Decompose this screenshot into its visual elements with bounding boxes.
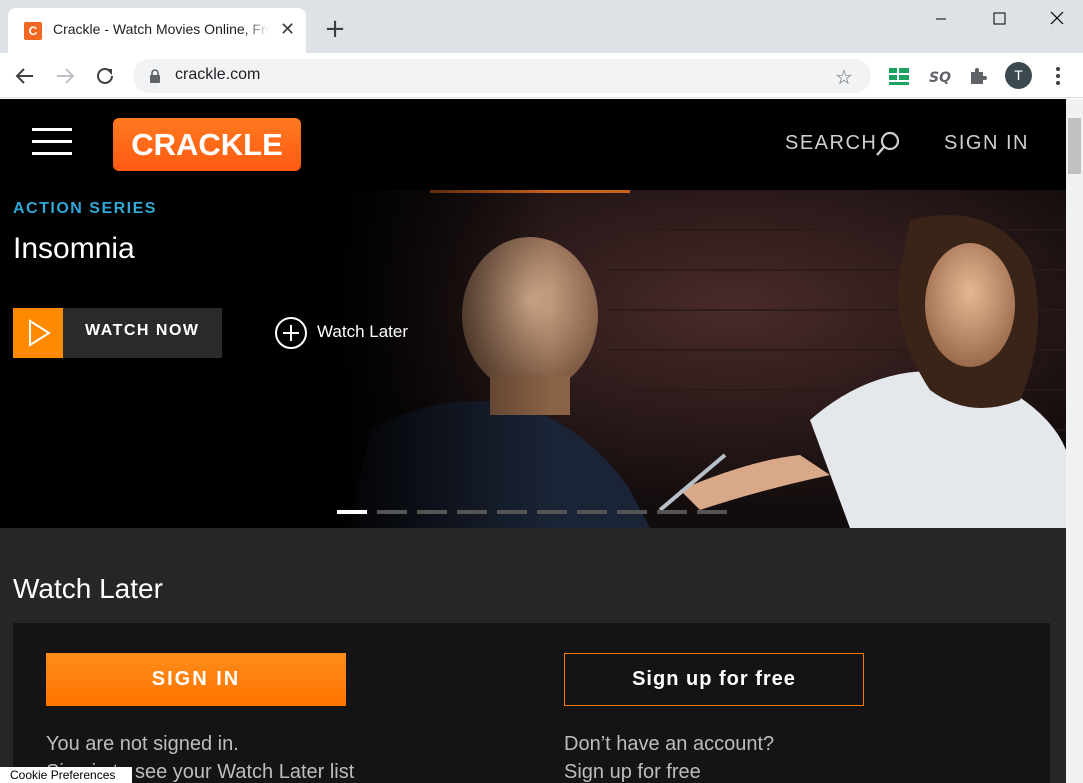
- not-signed-in-text: You are not signed in.: [46, 733, 239, 755]
- watch-later-label: Watch Later: [317, 322, 409, 341]
- page-scrollbar[interactable]: [1066, 99, 1083, 783]
- scrollbar-thumb[interactable]: [1068, 118, 1081, 174]
- header-signin-link[interactable]: SIGN IN: [944, 132, 1029, 155]
- carousel-dot[interactable]: [417, 510, 447, 514]
- signup-hint-text: Sign up for free: [564, 761, 701, 783]
- url-text[interactable]: crackle.com: [175, 66, 260, 84]
- minimize-icon[interactable]: [918, 6, 964, 32]
- genre-label: ACTION SERIES: [13, 200, 157, 217]
- browser-tab[interactable]: C Crackle - Watch Movies Online, Free ✕: [8, 8, 306, 53]
- search-icon[interactable]: [874, 130, 902, 158]
- address-bar[interactable]: crackle.com ☆: [133, 59, 871, 93]
- search-link[interactable]: SEARCH: [785, 132, 877, 158]
- hero-title: Insomnia: [13, 232, 135, 265]
- hero-image[interactable]: [330, 190, 1066, 528]
- carousel-dot[interactable]: [377, 510, 407, 514]
- carousel-dot[interactable]: [577, 510, 607, 514]
- maximize-icon[interactable]: [976, 6, 1022, 32]
- extension-sq-icon[interactable]: SQ: [927, 64, 951, 88]
- reload-icon[interactable]: [93, 64, 117, 88]
- carousel-dot[interactable]: [697, 510, 727, 514]
- play-icon: [13, 308, 63, 358]
- watch-now-label: WATCH NOW: [85, 322, 200, 339]
- tab-title: Crackle - Watch Movies Online, Free: [53, 21, 269, 37]
- carousel-dot[interactable]: [457, 510, 487, 514]
- carousel-dot[interactable]: [337, 510, 367, 514]
- forward-icon[interactable]: [53, 64, 77, 88]
- hamburger-menu-icon[interactable]: [32, 128, 72, 156]
- carousel-dot[interactable]: [537, 510, 567, 514]
- crackle-favicon-icon: C: [24, 22, 42, 40]
- back-icon[interactable]: [13, 64, 37, 88]
- hero-carousel: ACTION SERIES Insomnia WATCH NOW Watch L…: [0, 190, 1066, 528]
- page-viewport: CRACKLE SEARCH SIGN IN ACTION SERIES Ins…: [0, 99, 1066, 783]
- window-close-icon[interactable]: [1034, 6, 1080, 32]
- watch-now-button[interactable]: WATCH NOW: [13, 308, 222, 358]
- watch-later-heading: Watch Later: [13, 573, 163, 604]
- browser-toolbar: crackle.com ☆ SQ: [0, 53, 1083, 98]
- tab-strip: C Crackle - Watch Movies Online, Free ✕ …: [0, 0, 1083, 53]
- lock-icon[interactable]: [149, 69, 161, 83]
- carousel-dot[interactable]: [617, 510, 647, 514]
- cookie-preferences-link[interactable]: Cookie Preferences: [0, 767, 132, 783]
- signup-button[interactable]: Sign up for free: [564, 653, 864, 706]
- signin-button[interactable]: SIGN IN: [46, 653, 346, 706]
- add-circle-icon: [275, 317, 307, 349]
- no-account-text: Don’t have an account?: [564, 733, 775, 755]
- extension-grid-icon[interactable]: [887, 64, 911, 88]
- profile-avatar[interactable]: T: [1005, 62, 1032, 89]
- carousel-dot[interactable]: [657, 510, 687, 514]
- bookmark-star-icon[interactable]: ☆: [835, 65, 853, 89]
- site-header: CRACKLE SEARCH SIGN IN: [0, 99, 1066, 190]
- close-tab-icon[interactable]: ✕: [280, 20, 296, 40]
- browser-menu-icon[interactable]: [1050, 64, 1066, 88]
- crackle-logo[interactable]: CRACKLE: [113, 118, 301, 171]
- carousel-dot[interactable]: [497, 510, 527, 514]
- new-tab-icon[interactable]: +: [322, 16, 348, 42]
- extensions-puzzle-icon[interactable]: [967, 64, 991, 88]
- watch-later-panel: SIGN IN Sign up for free You are not sig…: [13, 623, 1050, 783]
- watch-later-button[interactable]: Watch Later: [274, 316, 408, 350]
- svg-text:SQ: SQ: [929, 70, 951, 86]
